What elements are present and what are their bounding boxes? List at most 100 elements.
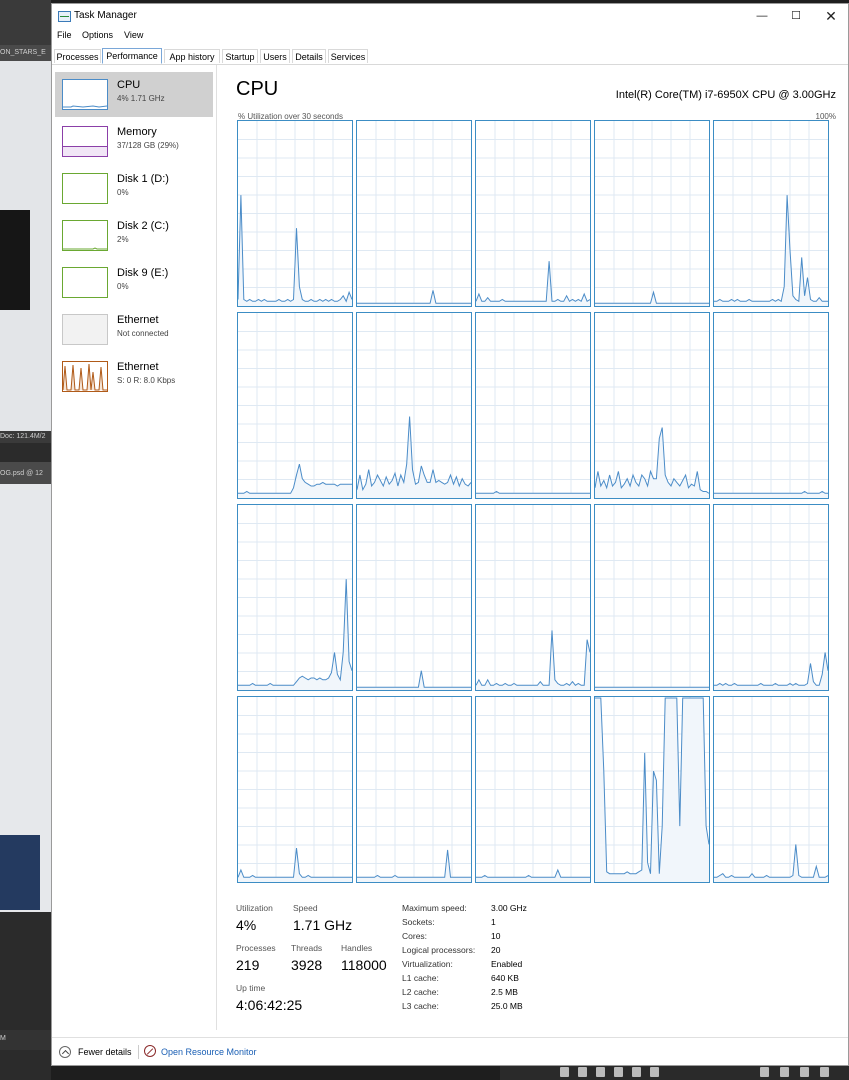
processes-label: Processes [236, 943, 276, 953]
sidebar-item-disk-1[interactable]: Disk 1 (D:) 0% [55, 166, 213, 211]
processor-graph-svg [238, 505, 352, 690]
sidebar-item-ethernet-2[interactable]: Ethernet S: 0 R: 8.0 Kbps [55, 354, 213, 399]
disk-mini-graph [62, 267, 108, 298]
sidebar-item-label: Memory [117, 126, 157, 138]
processor-graph-svg [714, 313, 828, 498]
spec-label: Maximum speed: [402, 903, 467, 913]
taskbar-icon[interactable] [632, 1067, 641, 1077]
spec-label: L2 cache: [402, 987, 439, 997]
taskbar-icon[interactable] [760, 1067, 769, 1077]
footer: Fewer details Open Resource Monitor [52, 1037, 848, 1066]
tab-bar: Processes Performance App history Startu… [52, 47, 848, 65]
tab-services[interactable]: Services [328, 49, 368, 63]
menu-options[interactable]: Options [82, 30, 113, 40]
tab-startup[interactable]: Startup [222, 49, 258, 63]
sidebar-item-label: Ethernet [117, 314, 159, 326]
logical-processor-graph [594, 504, 710, 691]
processor-graph-svg [476, 121, 590, 306]
processor-graph-svg [357, 697, 471, 882]
title-bar[interactable]: Task Manager — ☐ ✕ [52, 4, 848, 29]
speed-label: Speed [293, 903, 318, 913]
chevron-up-icon[interactable] [59, 1046, 71, 1058]
tab-users[interactable]: Users [260, 49, 290, 63]
ethernet-mini-graph [62, 314, 108, 345]
cpu-graph-grid [237, 120, 830, 883]
taskbar-icon[interactable] [800, 1067, 809, 1077]
processor-graph-svg [357, 121, 471, 306]
logical-processor-graph [356, 312, 472, 499]
threads-value: 3928 [291, 957, 323, 973]
tab-app-history[interactable]: App history [164, 49, 220, 63]
taskbar-icon[interactable] [578, 1067, 587, 1077]
open-resource-monitor-link[interactable]: Open Resource Monitor [161, 1047, 257, 1057]
processor-graph-svg [238, 121, 352, 306]
spec-value: 3.00 GHz [491, 903, 527, 913]
close-button[interactable]: ✕ [814, 4, 848, 29]
taskbar-icon[interactable] [780, 1067, 789, 1077]
bg-status-2: M [0, 1030, 51, 1050]
sidebar-item-disk-9[interactable]: Disk 9 (E:) 0% [55, 260, 213, 305]
fewer-details-link[interactable]: Fewer details [78, 1047, 132, 1057]
spec-label: L1 cache: [402, 973, 439, 983]
processor-graph-svg [714, 697, 828, 882]
bg-filename: OG.psd @ 12 [0, 470, 43, 477]
processor-graph-svg [357, 313, 471, 498]
maximize-button[interactable]: ☐ [779, 4, 813, 29]
spec-label: L3 cache: [402, 1001, 439, 1011]
spec-value: 1 [491, 917, 496, 927]
processor-graph-svg [595, 505, 709, 690]
processor-graph-svg [595, 697, 709, 882]
bg-status: Doc: 121.4M/2 [0, 431, 51, 443]
resource-monitor-icon[interactable] [144, 1045, 156, 1057]
logical-processor-graph [594, 312, 710, 499]
bg-label: ON_STARS_E [0, 49, 46, 56]
sidebar-item-label: CPU [117, 79, 141, 91]
processes-value: 219 [236, 957, 260, 973]
taskbar-icon[interactable] [650, 1067, 659, 1077]
utilization-label: Utilization [236, 903, 273, 913]
tab-details[interactable]: Details [292, 49, 326, 63]
utilization-value: 4% [236, 917, 257, 933]
processor-graph-svg [595, 313, 709, 498]
memory-mini-graph [62, 126, 108, 157]
sidebar-item-disk-2[interactable]: Disk 2 (C:) 2% [55, 213, 213, 258]
taskbar-icon[interactable] [560, 1067, 569, 1077]
logical-processor-graph [356, 120, 472, 307]
sidebar-item-value: 0% [117, 188, 129, 197]
sidebar-item-memory[interactable]: Memory 37/128 GB (29%) [55, 119, 213, 164]
taskbar-icon[interactable] [820, 1067, 829, 1077]
spec-label: Virtualization: [402, 959, 453, 969]
logical-processor-graph [475, 696, 591, 883]
logical-processor-graph [475, 504, 591, 691]
menu-file[interactable]: File [57, 30, 72, 40]
sidebar-item-cpu[interactable]: CPU 4% 1.71 GHz [55, 72, 213, 117]
bg-tab: ON_STARS_E [0, 45, 51, 61]
processor-graph-svg [238, 313, 352, 498]
logical-processor-graph [713, 504, 829, 691]
logical-processor-graph [713, 120, 829, 307]
sidebar-item-value: Not connected [117, 329, 169, 338]
uptime-value: 4:06:42:25 [236, 997, 303, 1013]
processor-graph-svg [476, 505, 590, 690]
bg-boot [0, 210, 30, 310]
processor-graph-svg [595, 121, 709, 306]
sidebar-item-ethernet-1[interactable]: Ethernet Not connected [55, 307, 213, 352]
sidebar-item-value: 2% [117, 235, 129, 244]
spec-value: 640 KB [491, 973, 519, 983]
taskbar-icon[interactable] [614, 1067, 623, 1077]
minimize-button[interactable]: — [745, 4, 779, 29]
cpu-mini-graph [62, 79, 108, 110]
tab-performance[interactable]: Performance [102, 48, 162, 64]
page-title: CPU [236, 78, 279, 100]
handles-value: 118000 [341, 957, 387, 973]
menu-view[interactable]: View [124, 30, 143, 40]
sidebar-item-value: S: 0 R: 8.0 Kbps [117, 376, 176, 385]
spec-label: Sockets: [402, 917, 435, 927]
taskbar-icon[interactable] [596, 1067, 605, 1077]
spec-value: 2.5 MB [491, 987, 518, 997]
bg-status-text: M [0, 1035, 6, 1042]
spec-label: Cores: [402, 931, 428, 941]
task-manager-icon [58, 11, 71, 22]
sidebar-item-label: Ethernet [117, 361, 159, 373]
tab-processes[interactable]: Processes [54, 49, 101, 63]
